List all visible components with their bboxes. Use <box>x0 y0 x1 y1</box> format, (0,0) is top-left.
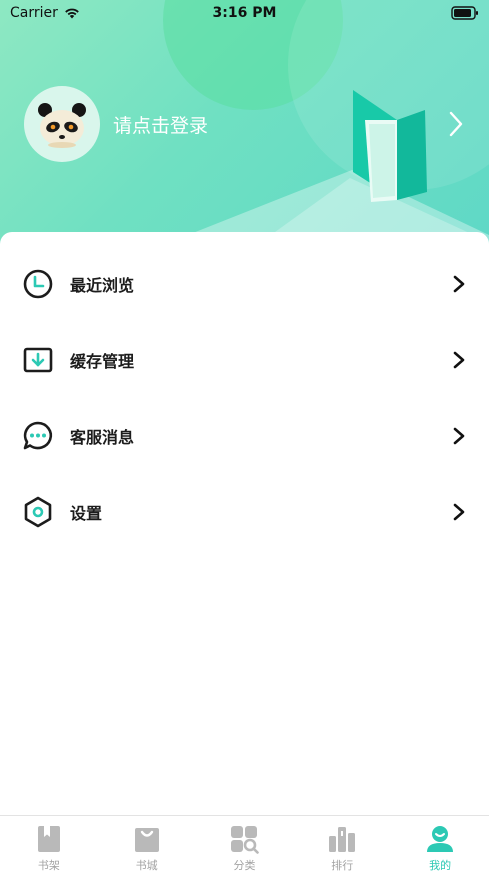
open-book-illustration <box>353 90 427 202</box>
status-time: 3:16 PM <box>212 5 277 21</box>
chevron-right-icon <box>453 275 465 293</box>
profile-icon <box>427 826 454 852</box>
tab-bookshelf[interactable]: 书架 <box>0 816 98 875</box>
tab-profile[interactable]: 我的 <box>391 816 489 875</box>
bookshelf-icon <box>37 826 60 852</box>
menu-item-cache[interactable]: 缓存管理 <box>0 332 489 388</box>
tab-label-bookshelf: 书架 <box>37 859 60 872</box>
clock-icon <box>23 269 53 299</box>
login-prompt[interactable]: 请点击登录 <box>113 111 208 138</box>
tab-label-profile: 我的 <box>429 859 452 872</box>
tab-category[interactable]: 分类 <box>196 816 294 875</box>
bag-icon <box>134 828 159 852</box>
panda-avatar-icon[interactable] <box>24 86 100 162</box>
chevron-right-icon <box>453 503 465 521</box>
tab-bookstore[interactable]: 书城 <box>98 816 196 875</box>
tab-ranking[interactable]: 排行 <box>293 816 391 875</box>
chevron-right-icon <box>453 351 465 369</box>
chevron-right-icon[interactable] <box>448 110 464 138</box>
bottom-tab-bar: 书架 书城 分类 排行 我的 <box>0 815 489 875</box>
status-bar: Carrier 3:16 PM <box>0 0 489 26</box>
hexagon-settings-icon <box>24 496 52 528</box>
menu-item-support[interactable]: 客服消息 <box>0 408 489 464</box>
menu-item-recent[interactable]: 最近浏览 <box>0 256 489 312</box>
menu-label-settings: 设置 <box>70 504 103 523</box>
battery-icon <box>451 6 478 20</box>
login-area[interactable]: 请点击登录 <box>24 86 208 162</box>
tab-label-category: 分类 <box>233 859 256 872</box>
menu-label-recent: 最近浏览 <box>70 276 135 295</box>
chat-bubble-icon <box>23 421 53 450</box>
category-icon <box>231 826 260 854</box>
profile-header: Carrier 3:16 PM 请点击登录 <box>0 0 489 250</box>
menu-item-settings[interactable]: 设置 <box>0 484 489 540</box>
tab-label-ranking: 排行 <box>331 859 354 872</box>
chevron-right-icon <box>453 427 465 445</box>
menu-card: 最近浏览 缓存管理 客服消息 设置 <box>0 232 489 822</box>
menu-label-cache: 缓存管理 <box>70 352 135 371</box>
tab-label-bookstore: 书城 <box>135 859 158 872</box>
download-icon <box>23 347 53 373</box>
ranking-icon <box>329 827 356 852</box>
menu-label-support: 客服消息 <box>70 428 135 447</box>
profile-screen: Carrier 3:16 PM 请点击登录 最近浏览 缓存管理 客服消息 设置 … <box>0 0 489 875</box>
